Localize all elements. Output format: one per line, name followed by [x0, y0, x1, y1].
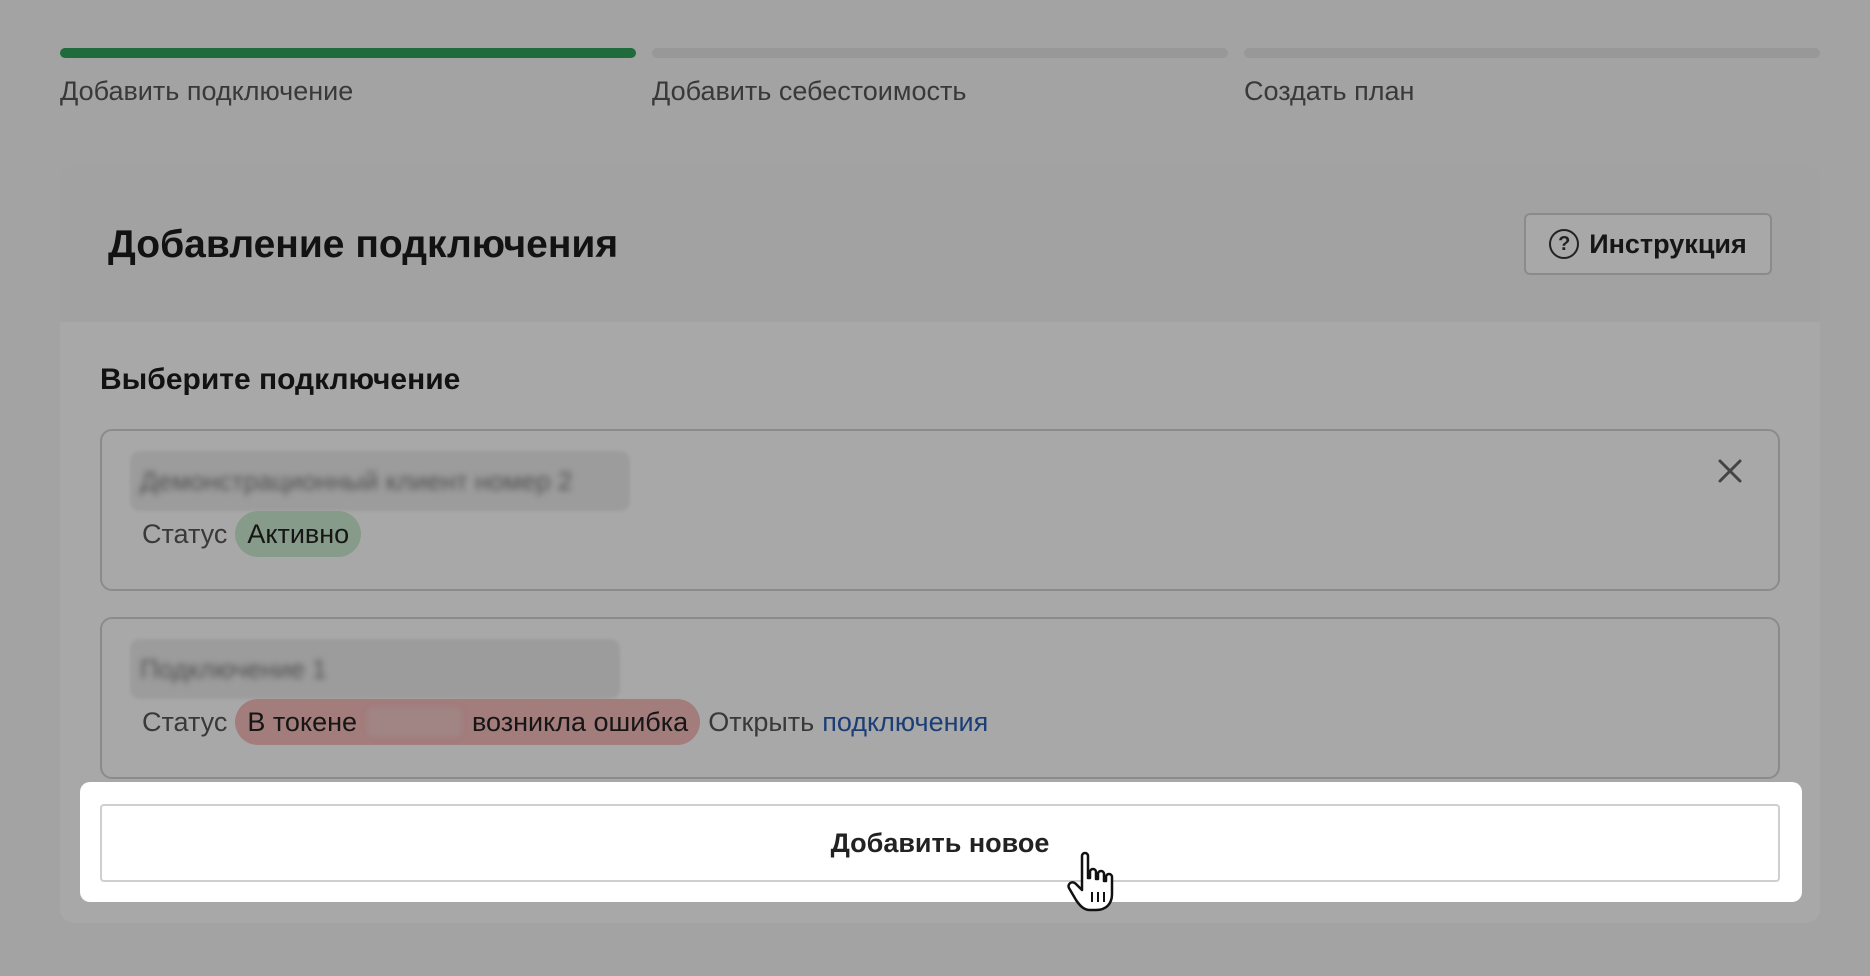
highlight-region: Добавить новое [80, 782, 1802, 902]
page: Добавить подключение Добавить себестоимо… [0, 0, 1870, 976]
add-new-button[interactable]: Добавить новое [100, 804, 1780, 882]
hand-pointer-icon [1067, 851, 1114, 912]
